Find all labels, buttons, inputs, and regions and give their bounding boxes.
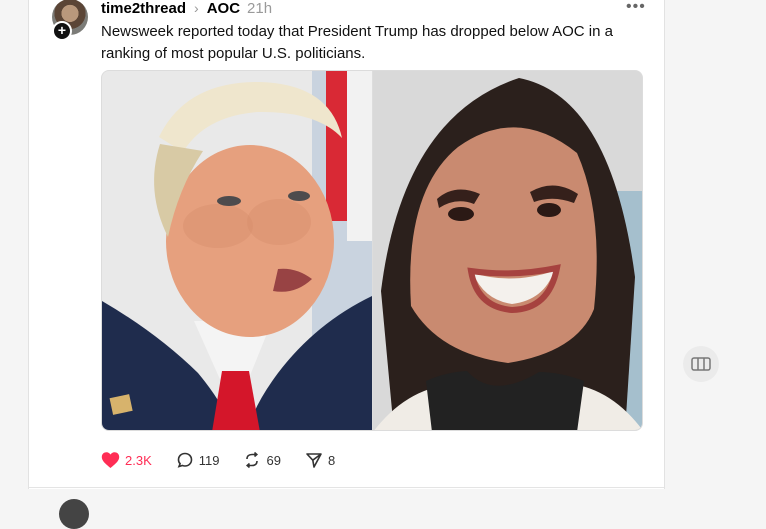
columns-button[interactable]	[683, 346, 719, 382]
right-photo	[373, 71, 642, 430]
thread-post[interactable]: + time2thread › AOC 21h ••• Newsweek rep…	[29, 0, 664, 488]
reply-button[interactable]: 119	[176, 451, 220, 469]
share-count: 8	[327, 452, 336, 468]
post-text: Newsweek reported today that President T…	[101, 23, 613, 62]
share-button[interactable]: 8	[305, 451, 335, 469]
repost-icon	[246, 451, 259, 469]
chevron-right-icon: ›	[194, 0, 199, 16]
more-icon[interactable]: •••	[626, 0, 646, 15]
left-photo	[102, 71, 372, 430]
send-icon	[306, 453, 322, 468]
next-post-avatar[interactable]	[59, 499, 89, 529]
feed-card: + time2thread › AOC 21h ••• Newsweek rep…	[28, 0, 665, 529]
post-image[interactable]	[101, 70, 643, 431]
reply-count: 119	[198, 452, 220, 468]
repost-count: 69	[266, 452, 281, 468]
like-button[interactable]: 2.3K	[101, 451, 152, 469]
like-count: 2.3K	[125, 452, 152, 468]
columns-icon	[691, 357, 711, 371]
follow-plus-icon[interactable]: +	[52, 21, 72, 41]
topic-tag[interactable]: AOC	[207, 0, 240, 17]
username[interactable]: time2thread	[101, 0, 186, 17]
heart-icon	[101, 451, 120, 468]
post-meta: time2thread › AOC 21h	[101, 0, 272, 17]
post-actions: 2.3K 119 69 8	[101, 450, 359, 470]
comment-icon	[177, 452, 193, 468]
repost-button[interactable]: 69	[243, 451, 281, 469]
post-time: 21h	[247, 0, 273, 17]
